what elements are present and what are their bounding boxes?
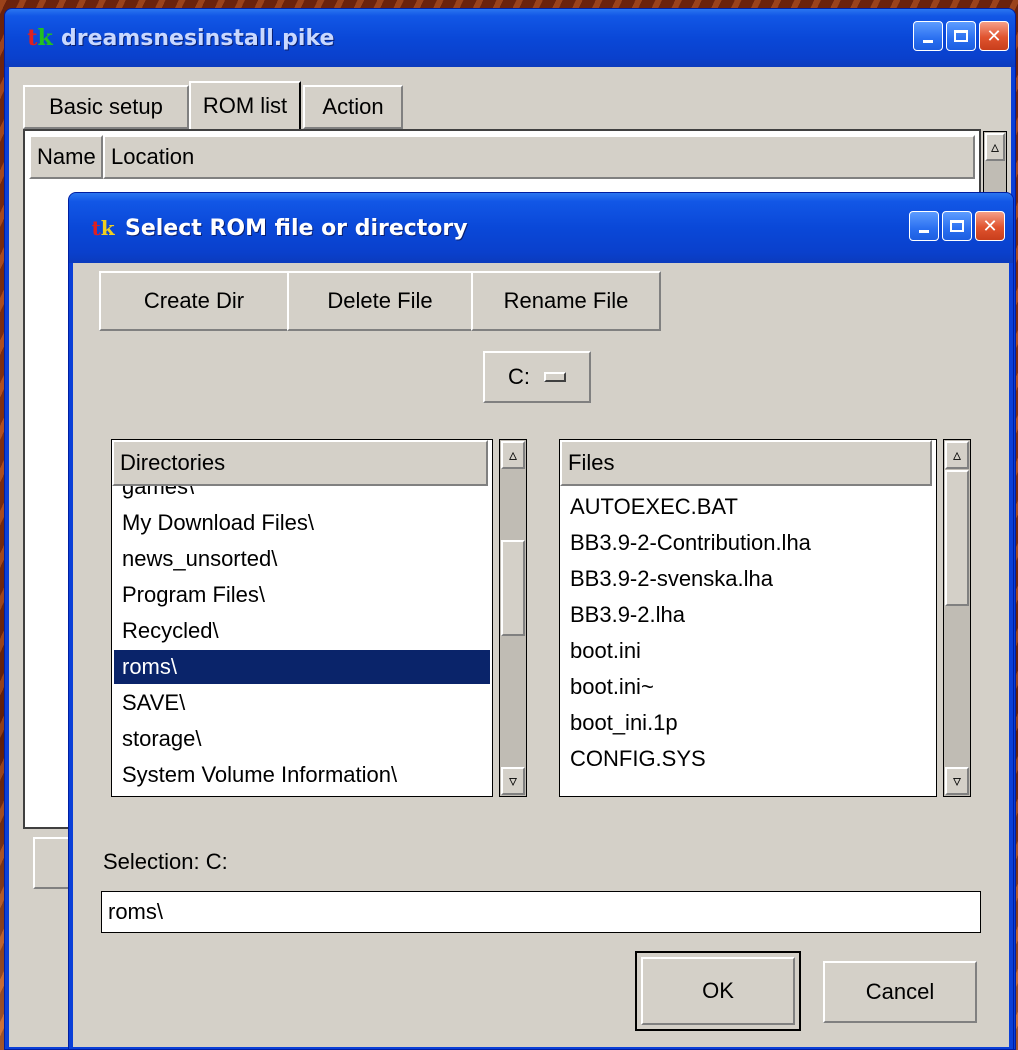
tab-action[interactable]: Action (303, 85, 403, 129)
column-header-name[interactable]: Name (29, 135, 103, 179)
list-item[interactable]: boot_ini.1p (562, 706, 934, 740)
minimize-button[interactable] (913, 21, 943, 51)
maximize-icon (954, 30, 968, 42)
minimize-icon (919, 229, 929, 233)
list-item[interactable]: BB3.9-2-Contribution.lha (562, 526, 934, 560)
list-item[interactable]: My Download Files\ (114, 506, 490, 540)
directories-list[interactable]: Directories games\ My Download Files\ ne… (111, 439, 493, 797)
list-item[interactable]: storage\ (114, 722, 490, 756)
list-item[interactable]: AUTOEXEC.BAT (562, 490, 934, 524)
close-icon: ✕ (986, 26, 1002, 46)
selection-label: Selection: C: (103, 849, 228, 874)
column-header-location[interactable]: Location (103, 135, 975, 179)
drive-selector[interactable]: C: (483, 351, 591, 403)
files-scroll-thumb[interactable] (945, 470, 969, 606)
create-dir-button[interactable]: Create Dir (99, 271, 289, 331)
directories-scroll-thumb[interactable] (501, 540, 525, 636)
list-item[interactable]: news_unsorted\ (114, 542, 490, 576)
list-item[interactable]: Program Files\ (114, 578, 490, 612)
directories-header: Directories (112, 440, 488, 486)
ok-button[interactable]: OK (641, 957, 795, 1025)
files-list[interactable]: Files AUTOEXEC.BAT BB3.9-2-Contribution.… (559, 439, 937, 797)
files-scrollbar[interactable]: ▵ ▿ (943, 439, 971, 797)
dialog-client-area: Create Dir Delete File Rename File C: Di… (73, 263, 1009, 1047)
list-item[interactable]: Recycled\ (114, 614, 490, 648)
dropdown-indicator-icon (544, 372, 566, 382)
tk-app-icon: tk (91, 216, 115, 240)
dialog-minimize-button[interactable] (909, 211, 939, 241)
scroll-down-icon[interactable]: ▿ (945, 767, 969, 795)
directories-scrollbar[interactable]: ▵ ▿ (499, 439, 527, 797)
list-item[interactable]: boot.ini~ (562, 670, 934, 704)
list-item[interactable]: System Volume Information\ (114, 758, 490, 792)
scroll-up-icon[interactable]: ▵ (501, 441, 525, 469)
scroll-up-icon[interactable]: ▵ (945, 441, 969, 469)
rom-select-dialog: tk Select ROM file or directory ✕ Create… (68, 192, 1014, 1050)
dialog-maximize-button[interactable] (942, 211, 972, 241)
list-item[interactable]: BB3.9-2.lha (562, 598, 934, 632)
list-item-selected[interactable]: roms\ (114, 650, 490, 684)
scroll-down-icon[interactable]: ▿ (501, 767, 525, 795)
dialog-titlebar[interactable]: tk Select ROM file or directory ✕ (69, 193, 1013, 263)
delete-file-button[interactable]: Delete File (287, 271, 473, 331)
tk-app-icon: tk (27, 25, 53, 51)
dialog-close-button[interactable]: ✕ (975, 211, 1005, 241)
maximize-icon (950, 220, 964, 232)
list-item[interactable]: CONFIG.SYS (562, 742, 934, 776)
close-button[interactable]: ✕ (979, 21, 1009, 51)
directories-items: games\ My Download Files\ news_unsorted\… (112, 486, 492, 796)
tab-rom-list[interactable]: ROM list (189, 81, 301, 129)
main-titlebar[interactable]: tk dreamsnesinstall.pike ✕ (5, 9, 1015, 67)
selection-input[interactable]: roms\ (101, 891, 981, 933)
files-items: AUTOEXEC.BAT BB3.9-2-Contribution.lha BB… (560, 486, 936, 796)
close-icon: ✕ (982, 216, 998, 236)
tab-basic-setup[interactable]: Basic setup (23, 85, 189, 129)
list-item[interactable]: games\ (114, 486, 490, 504)
cancel-button[interactable]: Cancel (823, 961, 977, 1023)
list-item[interactable]: BB3.9-2-svenska.lha (562, 562, 934, 596)
scroll-up-icon[interactable]: ▵ (985, 133, 1005, 161)
maximize-button[interactable] (946, 21, 976, 51)
rename-file-button[interactable]: Rename File (471, 271, 661, 331)
dialog-title: Select ROM file or directory (125, 215, 468, 241)
files-header: Files (560, 440, 932, 486)
list-item[interactable]: SAVE\ (114, 686, 490, 720)
list-item[interactable]: boot.ini (562, 634, 934, 668)
minimize-icon (923, 39, 933, 43)
main-window-title: dreamsnesinstall.pike (61, 25, 335, 51)
